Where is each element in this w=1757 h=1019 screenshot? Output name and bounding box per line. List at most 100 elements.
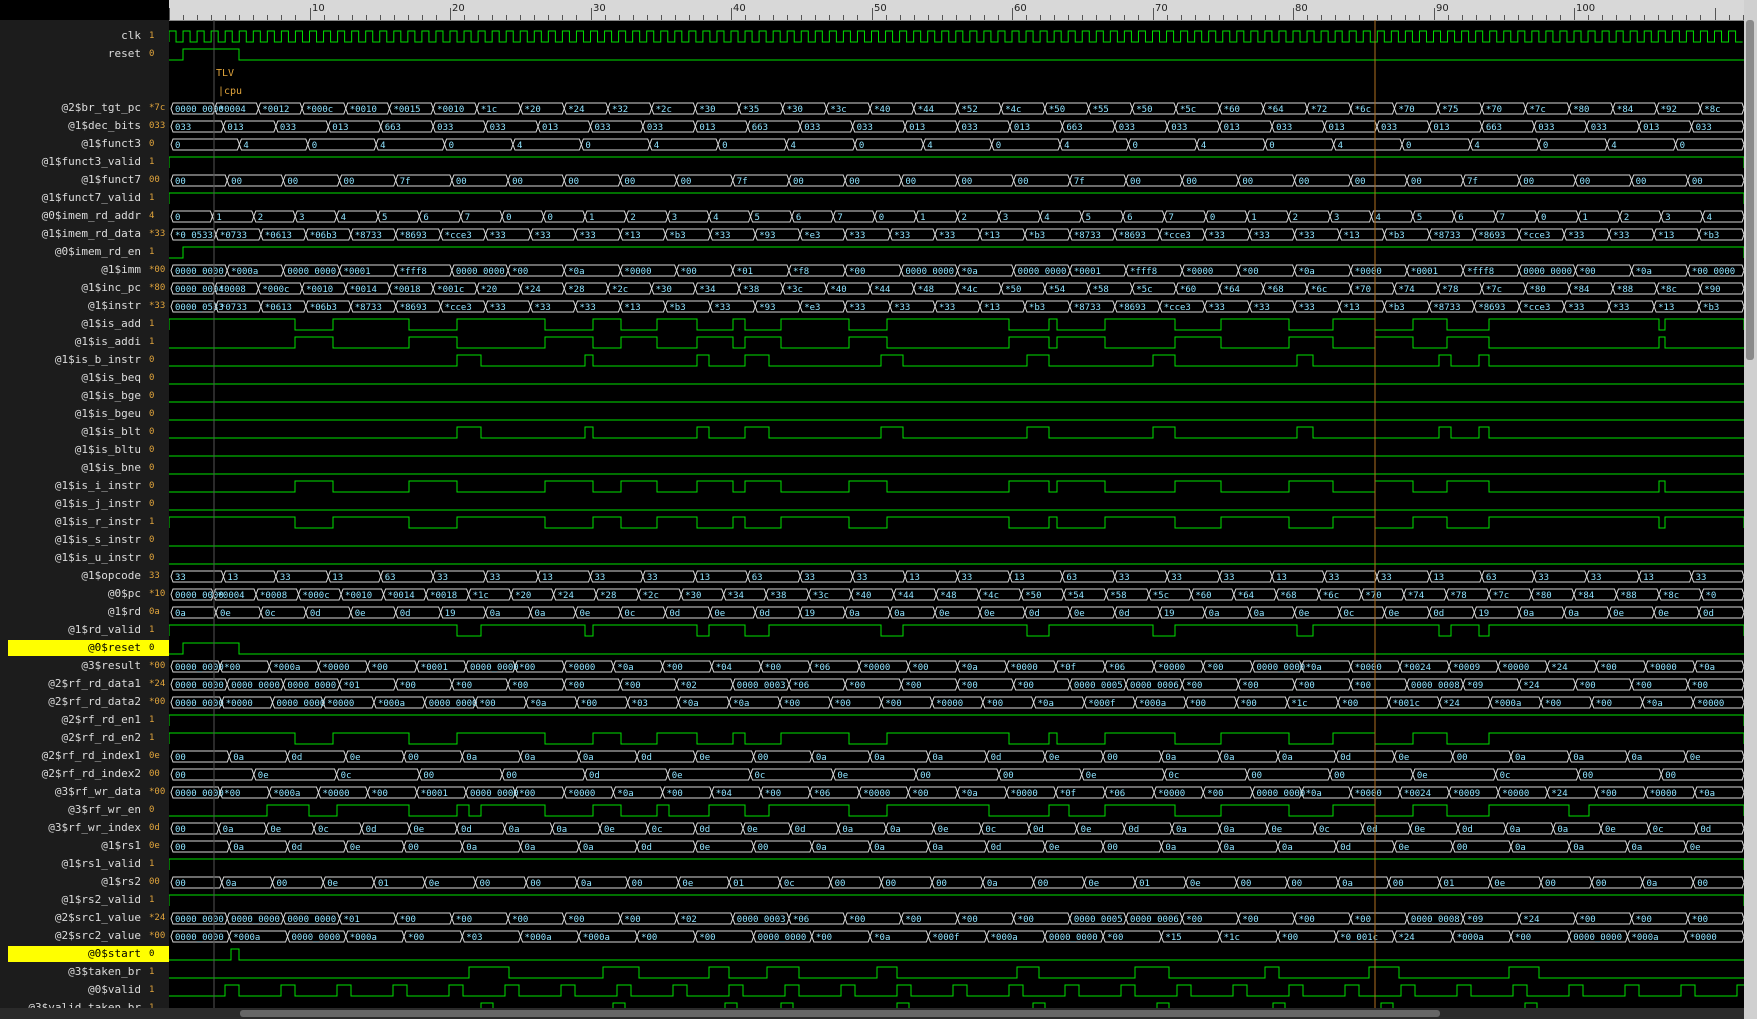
signal-name[interactable]: @1$funct7 xyxy=(81,172,141,188)
signal-name[interactable]: @3$result xyxy=(81,658,141,674)
signal-name[interactable]: @1$is_i_instr xyxy=(55,478,141,494)
bit-wave xyxy=(169,804,1744,817)
waveform-canvas[interactable]: 0000_0000*0004 *0012 *000c *0010 *0015 *0010 *… xyxy=(169,20,1744,1008)
signal-name[interactable]: @1$is_beq xyxy=(81,370,141,386)
signal-name[interactable]: @1$is_s_instr xyxy=(55,532,141,548)
signal-name[interactable]: @3$rf_wr_en xyxy=(68,802,141,818)
bus-value-label: *00 xyxy=(519,789,535,799)
signal-name[interactable]: @2$rf_rd_index2 xyxy=(42,766,141,782)
signal-name[interactable]: @1$rs1 xyxy=(101,838,141,854)
bus-value-label: 0a xyxy=(842,825,853,835)
bus-value-label: *06b3 xyxy=(310,231,337,241)
bus-value-label: 0000_0000 xyxy=(758,933,807,943)
signal-name[interactable]: @1$is_bge xyxy=(81,388,141,404)
signal-name[interactable]: @1$is_blt xyxy=(81,424,141,440)
signal-name[interactable]: @1$rd_valid xyxy=(68,622,141,638)
bus-value-label: *33 xyxy=(894,303,910,313)
time-ruler[interactable]: 10 20 30 40 50 60 70 80 90 100 xyxy=(169,0,1744,21)
bus-value-label: 0000_0000 xyxy=(1256,789,1305,799)
bus-value-label: *00 xyxy=(1018,681,1034,691)
bus-value-label: *01 xyxy=(344,915,360,925)
bus-value-label: *00 xyxy=(400,681,416,691)
signal-name[interactable]: @1$opcode xyxy=(81,568,141,584)
bus-value-label: 00 xyxy=(1299,177,1310,187)
bus-value-label: 0d xyxy=(310,609,321,619)
signal-name[interactable]: @2$rf_rd_en2 xyxy=(62,730,141,746)
signal-name[interactable]: @2$rf_rd_data1 xyxy=(48,676,141,692)
signal-name[interactable]: @1$rs2_valid xyxy=(62,892,141,908)
bus-value-label: 0d xyxy=(1033,825,1044,835)
signal-name[interactable]: @1$funct7_valid xyxy=(42,190,141,206)
bus-value-label: 00 xyxy=(632,879,643,889)
signal-name[interactable]: clk xyxy=(121,28,141,44)
signal-name[interactable]: @0$pc xyxy=(108,586,141,602)
signal-name[interactable]: @1$imm xyxy=(101,262,141,278)
signal-name[interactable]: @2$rf_rd_index1 xyxy=(42,748,141,764)
signal-name[interactable]: @0$reset xyxy=(88,640,141,656)
bus-value-label: 0a xyxy=(1523,609,1534,619)
signal-name[interactable]: @1$dec_bits xyxy=(68,118,141,134)
bus-value-label: 0c xyxy=(1319,825,1330,835)
bus-value-label: 033 xyxy=(1696,123,1712,133)
signal-name[interactable]: @1$is_bgeu xyxy=(75,406,141,422)
signal-name[interactable]: @1$inc_pc xyxy=(81,280,141,296)
bus-value-label: 01 xyxy=(733,879,744,889)
signal-name[interactable]: @2$rf_rd_en1 xyxy=(62,712,141,728)
signal-name[interactable]: reset xyxy=(108,46,141,62)
waveform-viewer[interactable]: 10 20 30 40 50 60 70 80 90 100 clk 1 reset 0 @2$br_tg… xyxy=(0,0,1757,1019)
signal-name[interactable]: @3$taken_br xyxy=(68,964,141,980)
horizontal-scrollbar[interactable] xyxy=(0,1008,1744,1019)
bus-value-label: 033 xyxy=(175,123,191,133)
signal-name[interactable]: @0$valid xyxy=(88,982,141,998)
bus-value-label: *34 xyxy=(728,591,744,601)
bus-value-label: 0a xyxy=(583,843,594,853)
bus-value-label: *30 xyxy=(787,105,803,115)
signal-name[interactable]: @1$is_b_instr xyxy=(55,352,141,368)
signal-name[interactable]: @1$is_u_instr xyxy=(55,550,141,566)
bus-value-label: 0000_0000 xyxy=(175,267,224,277)
signal-name[interactable]: @2$src2_value xyxy=(55,928,141,944)
signal-name[interactable]: @0$imem_rd_en xyxy=(55,244,141,260)
bus-value-label: *24 xyxy=(1523,915,1539,925)
bus-value-label: *34 xyxy=(699,285,715,295)
signal-name[interactable]: @1$is_r_instr xyxy=(55,514,141,530)
signal-name[interactable]: @1$imem_rd_data xyxy=(42,226,141,242)
signal-name[interactable]: @1$is_bne xyxy=(81,460,141,476)
bus-value-label: *13 xyxy=(624,231,640,241)
bus-value-label: 4 xyxy=(713,213,718,223)
signal-names-panel[interactable]: clk 1 reset 0 @2$br_tgt_pc *7c @1$dec_bits 033 @… xyxy=(0,20,169,1019)
signal-name[interactable]: @3$rf_wr_data xyxy=(55,784,141,800)
signal-name[interactable]: @2$src1_value xyxy=(55,910,141,926)
signal-name[interactable]: @1$rs1_valid xyxy=(62,856,141,872)
signal-name[interactable]: @1$is_add xyxy=(81,316,141,332)
signal-value: 00 xyxy=(149,877,160,887)
signal-name[interactable]: @0$start xyxy=(88,946,141,962)
signal-name[interactable]: @1$funct3_valid xyxy=(42,154,141,170)
bus-value-label: 33 xyxy=(647,573,658,583)
bus-value-label: 0 xyxy=(722,141,727,151)
signal-name[interactable]: @0$imem_rd_addr xyxy=(42,208,141,224)
signal-name[interactable]: @1$rs2 xyxy=(101,874,141,890)
vertical-scrollbar-thumb[interactable] xyxy=(1746,20,1754,360)
signal-name[interactable]: @2$br_tgt_pc xyxy=(62,100,141,116)
signal-name[interactable]: @3$rf_wr_index xyxy=(48,820,141,836)
signal-name[interactable]: @1$funct3 xyxy=(81,136,141,152)
bus-value-label: 1 xyxy=(216,213,221,223)
signal-value: 4 xyxy=(149,211,155,221)
signal-name[interactable]: @1$is_bltu xyxy=(75,442,141,458)
bus-value-label: *90 xyxy=(1704,285,1720,295)
bit-wave xyxy=(169,894,1744,906)
bus-value-label: 00 xyxy=(849,177,860,187)
bus-value-label: 00 xyxy=(920,771,931,781)
bus-value-label: 13 xyxy=(1276,573,1287,583)
vertical-scrollbar[interactable] xyxy=(1744,0,1757,1019)
signal-name[interactable]: @2$rf_rd_data2 xyxy=(48,694,141,710)
bus-value-label: *80 xyxy=(1535,591,1551,601)
signal-name[interactable]: @1$is_j_instr xyxy=(55,496,141,512)
signal-name[interactable]: @1$instr xyxy=(88,298,141,314)
signal-name[interactable]: @1$rd xyxy=(108,604,141,620)
signal-name[interactable]: @1$is_addi xyxy=(75,334,141,350)
bus-value-label: *00 xyxy=(1207,789,1223,799)
bus-value-label: *0a xyxy=(962,663,978,673)
horizontal-scrollbar-thumb[interactable] xyxy=(240,1010,1440,1017)
